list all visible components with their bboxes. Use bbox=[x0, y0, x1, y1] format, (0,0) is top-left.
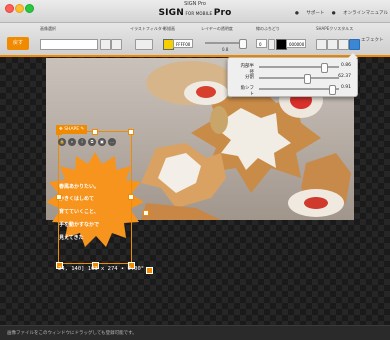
shape-mode-label: SHAPEクリスタルス bbox=[316, 26, 354, 31]
shadow-label: 影描画 bbox=[163, 26, 175, 31]
shape-tools: 🔒 ⌕ i ⧉ ▣… bbox=[58, 138, 118, 146]
resize-handle-right[interactable] bbox=[128, 194, 134, 200]
effect-button[interactable]: エフェクト bbox=[361, 37, 384, 43]
shape-mode-1-button[interactable] bbox=[316, 39, 327, 50]
info-icon[interactable]: i bbox=[78, 138, 86, 146]
line-label: 線のふちどり bbox=[256, 26, 280, 31]
layer-icon[interactable]: ▣ bbox=[98, 138, 106, 146]
coords-readout: 24, 140] 103 x 274 • 0.00° bbox=[58, 266, 145, 272]
shape-mode-3-button[interactable] bbox=[338, 39, 349, 50]
divisions-slider[interactable] bbox=[259, 74, 339, 84]
image-select-label: 画像選択 bbox=[40, 26, 56, 31]
layer-opacity-slider[interactable] bbox=[205, 39, 247, 49]
folder-icon[interactable] bbox=[100, 39, 111, 50]
filter-button[interactable] bbox=[135, 39, 153, 50]
window-title: SIGN Pro bbox=[184, 1, 206, 7]
popover-row-divisions: 分割 62.37 bbox=[228, 72, 357, 84]
lock-icon[interactable]: 🔒 bbox=[58, 138, 66, 146]
back-button[interactable]: 戻す bbox=[7, 37, 29, 50]
top-links: ● サポート ● オンラインマニュアル bbox=[289, 10, 388, 16]
shape-parameters-popover: 内部半径 0.86 分割 62.37 角シフト 0.91 bbox=[227, 53, 358, 97]
layer-opacity-label: レイヤーの透明度 bbox=[201, 26, 233, 31]
shadow-color-field[interactable]: FFFF00 bbox=[173, 39, 193, 48]
popover-row-inner-radius: 内部半径 0.86 bbox=[240, 63, 351, 75]
filter-label: イラストフィルター bbox=[130, 26, 166, 31]
selection-box[interactable] bbox=[58, 131, 132, 264]
app-window: SIGN Pro SIGN FOR MOBILE Pro ● サポート ● オン… bbox=[0, 0, 390, 340]
resize-handle-top[interactable] bbox=[92, 129, 98, 135]
rotate-handle[interactable] bbox=[146, 267, 153, 274]
resize-handle-extra[interactable] bbox=[143, 210, 149, 216]
resize-handle-left[interactable] bbox=[56, 194, 62, 200]
status-message: 画像ファイルをこのウィンドウにドラッグしても登録可能です。 bbox=[7, 331, 137, 336]
angle-shift-slider[interactable] bbox=[259, 85, 339, 95]
title-bar: SIGN Pro SIGN FOR MOBILE Pro ● サポート ● オン… bbox=[0, 0, 390, 23]
status-bar: 画像ファイルをこのウィンドウにドラッグしても登録可能です。 bbox=[0, 325, 390, 340]
line-width-field[interactable]: 0 bbox=[256, 39, 267, 48]
trash-icon[interactable] bbox=[111, 39, 122, 50]
inner-radius-slider[interactable] bbox=[259, 63, 339, 73]
more-icon[interactable]: … bbox=[108, 138, 116, 146]
shape-tag[interactable]: ✥ SHAPE ✎ bbox=[56, 125, 87, 134]
line-color-field[interactable]: 000000 bbox=[286, 39, 306, 48]
online-manual-link[interactable]: ● オンラインマニュアル bbox=[332, 11, 388, 16]
shape-mode-star-button[interactable] bbox=[349, 39, 360, 50]
stepper-icon[interactable] bbox=[268, 39, 275, 50]
shape-mode-2-button[interactable] bbox=[327, 39, 338, 50]
angle-shift-knob[interactable] bbox=[329, 85, 336, 95]
copy-icon[interactable]: ⧉ bbox=[88, 138, 96, 146]
support-link[interactable]: ● サポート bbox=[295, 11, 324, 16]
image-select-field[interactable] bbox=[40, 39, 98, 50]
search-icon[interactable]: ⌕ bbox=[68, 138, 76, 146]
opacity-value: 0.8 bbox=[222, 47, 229, 52]
opacity-slider-knob[interactable] bbox=[239, 39, 247, 49]
resize-handle-tr[interactable] bbox=[128, 129, 134, 135]
toolbar: 戻す 画像選択 イラストフィルター 影描画 FFFF00 レイヤーの透明度 0.… bbox=[0, 23, 390, 57]
popover-row-angle-shift: 角シフト 0.91 bbox=[240, 85, 351, 97]
